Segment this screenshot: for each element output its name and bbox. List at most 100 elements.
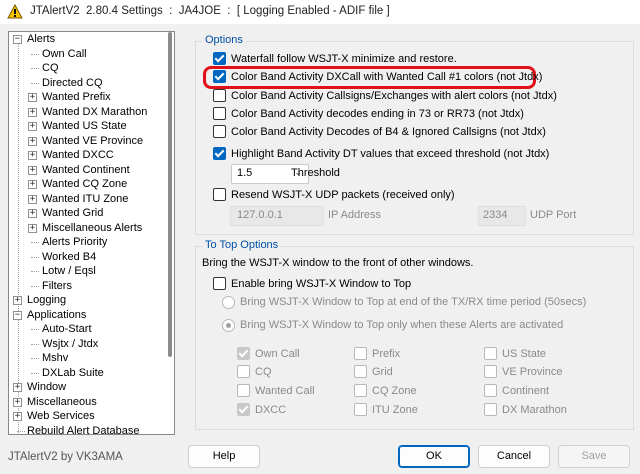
tree-item-wanted-cq-zone[interactable]: + Wanted CQ Zone [9, 177, 169, 191]
checkbox-icon[interactable] [237, 384, 250, 397]
checkbox-label: CQ [255, 366, 272, 378]
expand-icon[interactable]: + [28, 209, 37, 218]
expand-icon[interactable]: + [28, 151, 37, 160]
tree-connector [31, 329, 39, 330]
tree-item-wanted-dxcc[interactable]: + Wanted DXCC [9, 148, 169, 162]
expand-icon[interactable]: + [28, 93, 37, 102]
checkbox-label: DX Marathon [502, 404, 567, 416]
tree-scrollbar[interactable] [168, 32, 172, 357]
checkbox-icon[interactable] [484, 403, 497, 416]
checkbox-label: Highlight Band Activity DT values that e… [231, 148, 550, 160]
tree-item-wanted-grid[interactable]: + Wanted Grid [9, 206, 169, 220]
expand-icon[interactable]: + [28, 107, 37, 117]
tree-item-worked-b4[interactable]: Worked B4 [9, 250, 169, 264]
tree-item-logging[interactable]: + Logging [9, 293, 169, 307]
tree-item-window[interactable]: + Window [9, 380, 169, 394]
tree-label: Wanted ITU Zone [42, 192, 129, 205]
collapse-icon[interactable]: − [13, 35, 22, 44]
tree-item-wanted-us-state[interactable]: + Wanted US State [9, 119, 169, 133]
checkbox-label: Prefix [372, 348, 401, 360]
checkbox-checked-icon[interactable] [237, 403, 250, 416]
tree-item-miscellaneous-alerts[interactable]: + Miscellaneous Alerts [9, 221, 169, 235]
radio-selected-icon[interactable] [222, 319, 235, 332]
tree-label: Wanted Prefix [42, 91, 111, 103]
checkbox-checked-icon[interactable] [213, 147, 226, 160]
checkbox-label: Own Call [255, 348, 300, 360]
expand-icon[interactable]: + [13, 296, 22, 305]
checkbox-icon[interactable] [237, 365, 250, 378]
expand-icon[interactable]: + [28, 122, 37, 131]
checkbox-icon[interactable] [354, 347, 367, 360]
tree-item-mshv[interactable]: Mshv [9, 351, 169, 365]
tree-connector [31, 285, 39, 287]
options-legend: Options [202, 34, 246, 46]
ok-button[interactable]: OK [398, 445, 470, 468]
cancel-button[interactable]: Cancel [478, 445, 550, 468]
collapse-icon[interactable]: − [13, 310, 22, 320]
checkbox-icon[interactable] [213, 125, 226, 138]
tree-connector [17, 430, 25, 432]
tree-connector [31, 53, 39, 55]
tree-item-wsjtx-jtdx[interactable]: Wsjtx / Jtdx [9, 337, 169, 351]
tree-connector [31, 372, 39, 374]
tree-item-wanted-dx-marathon[interactable]: + Wanted DX Marathon [9, 105, 169, 119]
checkbox-checked-icon[interactable] [213, 70, 226, 83]
tree-item-dxlab-suite[interactable]: DXLab Suite [9, 366, 169, 380]
tree-item-alerts[interactable]: − Alerts [9, 32, 169, 46]
tree-item-web-services[interactable]: + Web Services [9, 409, 169, 423]
checkbox-icon[interactable] [213, 188, 226, 201]
expand-icon[interactable]: + [13, 383, 22, 392]
tree-label: CQ [42, 62, 59, 74]
checkbox-label: DXCC [255, 404, 287, 416]
expand-icon[interactable]: + [28, 165, 37, 175]
checkbox-checked-icon[interactable] [213, 52, 226, 65]
tree-item-wanted-ve-province[interactable]: + Wanted VE Province [9, 134, 169, 148]
checkbox-icon[interactable] [484, 365, 497, 378]
tree-item-alerts-priority[interactable]: Alerts Priority [9, 235, 169, 249]
checkbox-label: Continent [502, 385, 550, 397]
tree-item-applications[interactable]: − Applications [9, 308, 169, 322]
expand-icon[interactable]: + [13, 412, 22, 421]
checkbox-label: Color Band Activity Callsigns/Exchanges … [231, 90, 557, 102]
checkbox-label: Waterfall follow WSJT-X minimize and res… [231, 53, 457, 65]
tree-item-wanted-prefix[interactable]: + Wanted Prefix [9, 90, 169, 104]
tree-item-wanted-itu-zone[interactable]: + Wanted ITU Zone [9, 192, 169, 206]
checkbox-label: ITU Zone [372, 404, 418, 416]
checkbox-icon[interactable] [213, 89, 226, 102]
to-top-description: Bring the WSJT-X window to the front of … [202, 257, 474, 269]
checkbox-label: CQ Zone [372, 385, 417, 397]
radio-label: Bring WSJT-X Window to Top only when the… [240, 319, 564, 331]
expand-icon[interactable]: + [28, 223, 37, 233]
tree-item-rebuild-alert-database[interactable]: Rebuild Alert Database [9, 424, 169, 434]
tree-connector [31, 271, 39, 272]
checkbox-checked-icon[interactable] [237, 347, 250, 360]
expand-icon[interactable]: + [28, 180, 37, 189]
checkbox-icon[interactable] [354, 384, 367, 397]
checkbox-icon[interactable] [213, 277, 226, 290]
tree-item-cq[interactable]: CQ [9, 61, 169, 75]
checkbox-label: Color Band Activity decodes ending in 73… [231, 108, 524, 120]
radio-icon[interactable] [222, 296, 235, 309]
tree-item-auto-start[interactable]: Auto-Start [9, 322, 169, 336]
tree-item-wanted-continent[interactable]: + Wanted Continent [9, 163, 169, 177]
expand-icon[interactable]: + [28, 136, 37, 146]
tree-item-own-call[interactable]: Own Call [9, 47, 169, 61]
tree-item-filters[interactable]: Filters [9, 279, 169, 293]
tree-label: Window [27, 381, 67, 393]
tree-item-directed-cq[interactable]: Directed CQ [9, 76, 169, 90]
tree-label: Lotw / Eqsl [42, 265, 96, 277]
checkbox-icon[interactable] [484, 384, 497, 397]
help-button[interactable]: Help [188, 445, 260, 468]
tree-connector [31, 242, 39, 243]
checkbox-icon[interactable] [354, 365, 367, 378]
checkbox-icon[interactable] [354, 403, 367, 416]
tree-item-miscellaneous[interactable]: + Miscellaneous [9, 395, 169, 409]
expand-icon[interactable]: + [13, 397, 22, 407]
settings-tree[interactable]: − Alerts Own Call CQ Directed CQ + Wante… [8, 31, 175, 435]
save-button[interactable]: Save [558, 445, 630, 468]
checkbox-icon[interactable] [213, 107, 226, 120]
expand-icon[interactable]: + [28, 194, 37, 204]
tree-item-lotw-eqsl[interactable]: Lotw / Eqsl [9, 264, 169, 278]
checkbox-label: VE Province [502, 366, 563, 378]
checkbox-icon[interactable] [484, 347, 497, 360]
